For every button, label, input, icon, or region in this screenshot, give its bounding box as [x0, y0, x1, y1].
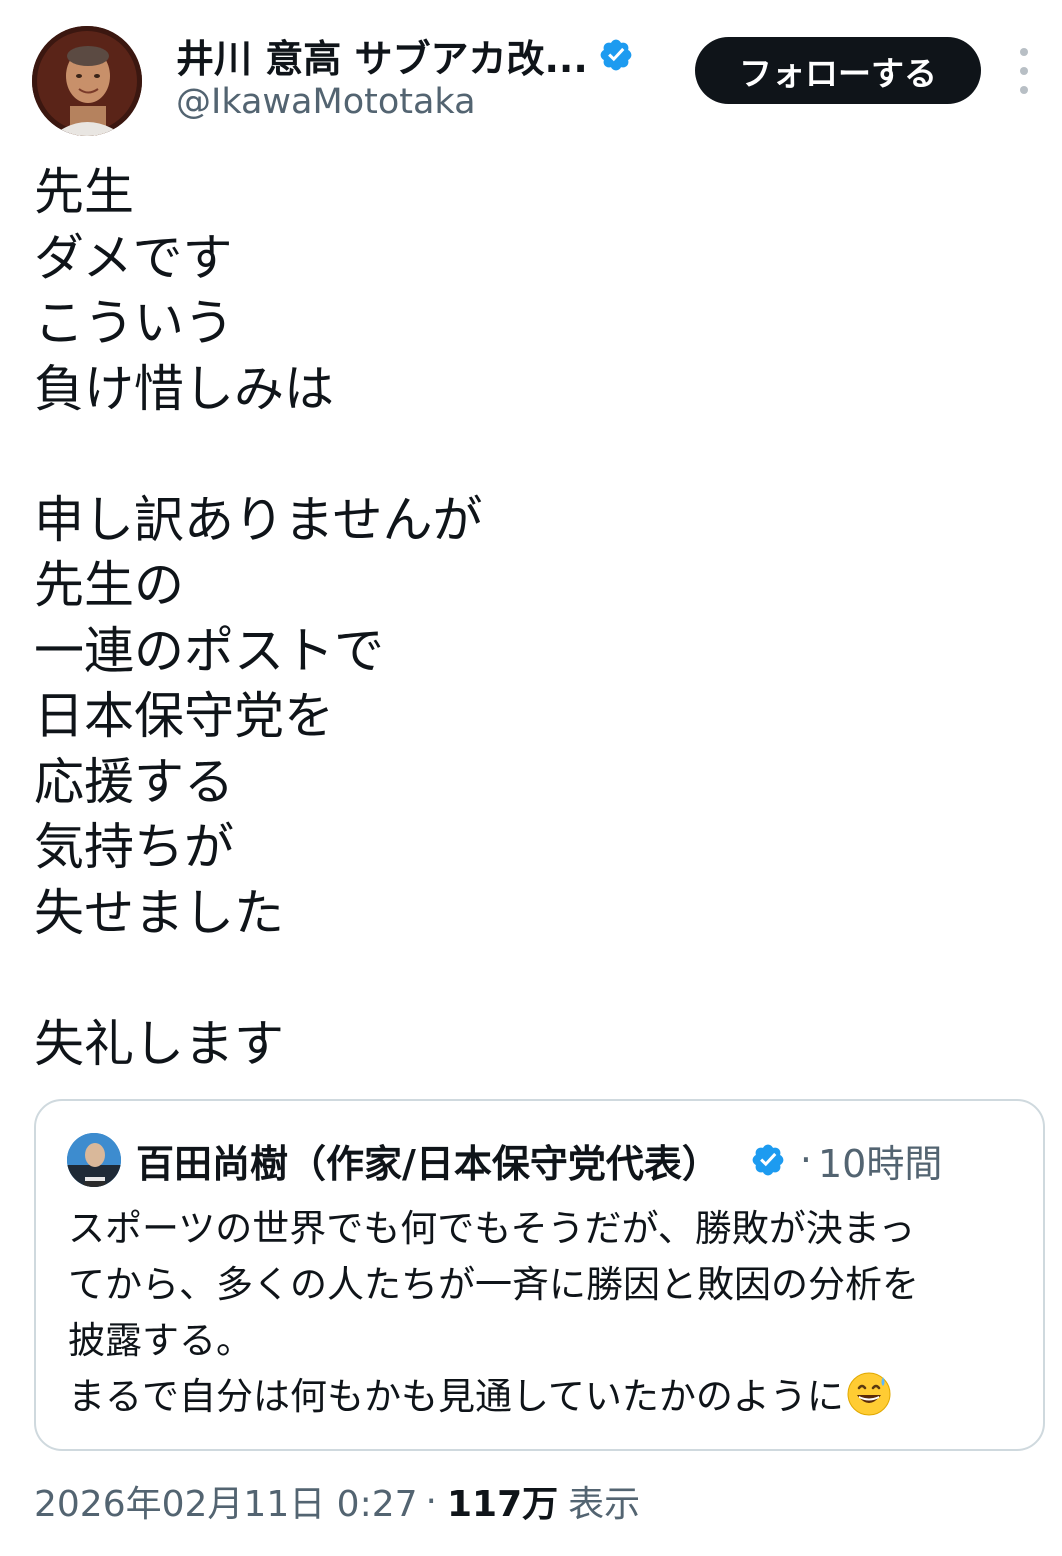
tweet-line: 応援する — [34, 752, 234, 811]
author-handle[interactable]: @IkawaMototaka — [176, 82, 476, 122]
follow-button[interactable]: フォローする — [695, 37, 981, 104]
quote-author-name[interactable]: 百田尚樹（作家/日本保守党代表） — [136, 1133, 720, 1188]
more-dot — [1020, 48, 1028, 56]
quote-line: 披露する。 — [68, 1319, 253, 1362]
tweet-line: 失せました — [34, 883, 284, 942]
tweet-line: 一連のポストで — [34, 621, 384, 680]
author-display-name[interactable]: 井川 意高 サブアカ改... — [176, 28, 588, 83]
tweet-line: 気持ちが — [34, 818, 234, 876]
quote-time-separator: · — [799, 1138, 812, 1182]
quote-author-avatar[interactable] — [67, 1133, 121, 1187]
tweet-line: 負け惜しみは — [34, 359, 334, 418]
more-options-icon[interactable] — [1012, 48, 1036, 94]
author-avatar[interactable] — [32, 26, 142, 136]
verified-badge-icon[interactable] — [598, 37, 634, 73]
tweet-timestamp[interactable]: 2026年02月11日 0:27 — [34, 1475, 418, 1527]
quote-header: 百田尚樹（作家/日本保守党代表） · 10時間 — [136, 1131, 942, 1189]
verified-badge-icon[interactable] — [750, 1142, 786, 1178]
more-dot — [1020, 86, 1028, 94]
quote-line: まるで自分は何もかも見通していたかのように — [68, 1375, 844, 1418]
tweet-line: 申し訳ありませんが — [34, 490, 483, 549]
quote-line: スポーツの世界でも何でもそうだが、勝敗が決まっ — [68, 1207, 916, 1250]
quote-line: てから、多くの人たちが一斉に勝因と敗因の分析を — [68, 1263, 919, 1306]
tweet-meta: 2026年02月11日 0:27 · 117万 表示 — [34, 1474, 640, 1528]
tweet-line: 先生の — [34, 556, 184, 614]
tweet-line: ダメです — [34, 228, 233, 287]
meta-separator: · — [425, 1480, 437, 1522]
grinning-face-with-sweat-icon — [846, 1371, 892, 1417]
quote-line-with-emoji: まるで自分は何もかも見通していたかのように — [68, 1369, 1028, 1425]
tweet-text: 先生 ダメです こういう 負け惜しみは 申し訳ありませんが 先生の 一連のポスト… — [34, 160, 1024, 1077]
views-count[interactable]: 117万 — [447, 1475, 558, 1527]
tweet-line: 先生 — [34, 163, 134, 221]
quote-text: スポーツの世界でも何でもそうだが、勝敗が決まっ てから、多くの人たちが一斉に勝因… — [68, 1201, 1028, 1425]
tweet-line: こういう — [34, 294, 234, 352]
author-name-row: 井川 意高 サブアカ改... — [176, 28, 634, 83]
tweet-header: 井川 意高 サブアカ改... @IkawaMototaka フォローする — [0, 0, 1062, 150]
quote-timestamp[interactable]: 10時間 — [818, 1133, 942, 1188]
tweet-line: 失礼します — [34, 1014, 284, 1073]
more-dot — [1020, 67, 1028, 75]
views-label: 表示 — [568, 1484, 641, 1525]
quoted-tweet-card[interactable]: 百田尚樹（作家/日本保守党代表） · 10時間 スポーツの世界でも何でもそうだが… — [34, 1099, 1045, 1451]
tweet-line: 日本保守党を — [34, 687, 334, 745]
